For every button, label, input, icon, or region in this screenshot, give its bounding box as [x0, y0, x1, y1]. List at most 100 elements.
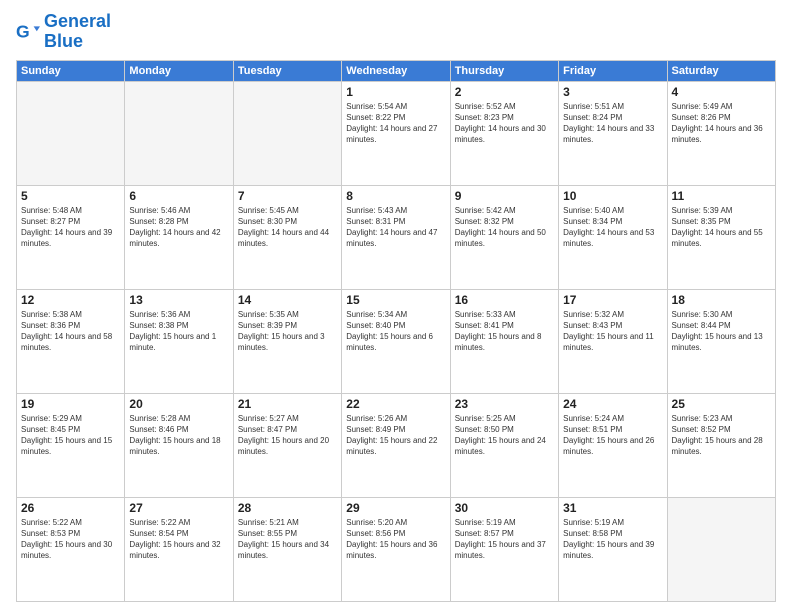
- calendar-cell: 14 Sunrise: 5:35 AMSunset: 8:39 PMDayligh…: [233, 289, 341, 393]
- logo-icon: G: [16, 20, 40, 44]
- day-info: Sunrise: 5:33 AMSunset: 8:41 PMDaylight:…: [455, 309, 554, 354]
- day-number: 12: [21, 293, 120, 307]
- day-info: Sunrise: 5:35 AMSunset: 8:39 PMDaylight:…: [238, 309, 337, 354]
- calendar-week-row: 26 Sunrise: 5:22 AMSunset: 8:53 PMDayligh…: [17, 497, 776, 601]
- day-info: Sunrise: 5:51 AMSunset: 8:24 PMDaylight:…: [563, 101, 662, 146]
- day-number: 28: [238, 501, 337, 515]
- day-number: 11: [672, 189, 771, 203]
- calendar-cell: 29 Sunrise: 5:20 AMSunset: 8:56 PMDayligh…: [342, 497, 450, 601]
- day-number: 13: [129, 293, 228, 307]
- calendar-cell: 13 Sunrise: 5:36 AMSunset: 8:38 PMDayligh…: [125, 289, 233, 393]
- day-info: Sunrise: 5:54 AMSunset: 8:22 PMDaylight:…: [346, 101, 445, 146]
- weekday-header-monday: Monday: [125, 60, 233, 81]
- calendar: SundayMondayTuesdayWednesdayThursdayFrid…: [16, 60, 776, 602]
- calendar-cell: 26 Sunrise: 5:22 AMSunset: 8:53 PMDayligh…: [17, 497, 125, 601]
- calendar-cell: 28 Sunrise: 5:21 AMSunset: 8:55 PMDayligh…: [233, 497, 341, 601]
- day-number: 5: [21, 189, 120, 203]
- day-info: Sunrise: 5:34 AMSunset: 8:40 PMDaylight:…: [346, 309, 445, 354]
- calendar-cell: 18 Sunrise: 5:30 AMSunset: 8:44 PMDayligh…: [667, 289, 775, 393]
- day-info: Sunrise: 5:42 AMSunset: 8:32 PMDaylight:…: [455, 205, 554, 250]
- calendar-cell: 24 Sunrise: 5:24 AMSunset: 8:51 PMDayligh…: [559, 393, 667, 497]
- day-info: Sunrise: 5:45 AMSunset: 8:30 PMDaylight:…: [238, 205, 337, 250]
- day-info: Sunrise: 5:22 AMSunset: 8:53 PMDaylight:…: [21, 517, 120, 562]
- day-info: Sunrise: 5:28 AMSunset: 8:46 PMDaylight:…: [129, 413, 228, 458]
- header: G General Blue: [16, 12, 776, 52]
- day-number: 21: [238, 397, 337, 411]
- day-number: 16: [455, 293, 554, 307]
- weekday-header-tuesday: Tuesday: [233, 60, 341, 81]
- day-number: 18: [672, 293, 771, 307]
- calendar-cell: 11 Sunrise: 5:39 AMSunset: 8:35 PMDayligh…: [667, 185, 775, 289]
- calendar-cell: 4Sunrise: 5:49 AMSunset: 8:26 PMDaylight…: [667, 81, 775, 185]
- day-info: Sunrise: 5:27 AMSunset: 8:47 PMDaylight:…: [238, 413, 337, 458]
- day-number: 4: [672, 85, 771, 99]
- day-info: Sunrise: 5:29 AMSunset: 8:45 PMDaylight:…: [21, 413, 120, 458]
- weekday-header-thursday: Thursday: [450, 60, 558, 81]
- day-number: 1: [346, 85, 445, 99]
- day-info: Sunrise: 5:46 AMSunset: 8:28 PMDaylight:…: [129, 205, 228, 250]
- calendar-cell: 30 Sunrise: 5:19 AMSunset: 8:57 PMDayligh…: [450, 497, 558, 601]
- day-info: Sunrise: 5:19 AMSunset: 8:58 PMDaylight:…: [563, 517, 662, 562]
- day-number: 19: [21, 397, 120, 411]
- day-info: Sunrise: 5:21 AMSunset: 8:55 PMDaylight:…: [238, 517, 337, 562]
- calendar-cell: [667, 497, 775, 601]
- calendar-cell: 16 Sunrise: 5:33 AMSunset: 8:41 PMDayligh…: [450, 289, 558, 393]
- calendar-header-row: SundayMondayTuesdayWednesdayThursdayFrid…: [17, 60, 776, 81]
- day-info: Sunrise: 5:39 AMSunset: 8:35 PMDaylight:…: [672, 205, 771, 250]
- logo-line1: General: [44, 12, 111, 32]
- calendar-week-row: 19 Sunrise: 5:29 AMSunset: 8:45 PMDayligh…: [17, 393, 776, 497]
- day-info: Sunrise: 5:48 AMSunset: 8:27 PMDaylight:…: [21, 205, 120, 250]
- day-number: 26: [21, 501, 120, 515]
- calendar-cell: 22 Sunrise: 5:26 AMSunset: 8:49 PMDayligh…: [342, 393, 450, 497]
- day-info: Sunrise: 5:52 AMSunset: 8:23 PMDaylight:…: [455, 101, 554, 146]
- calendar-week-row: 1 Sunrise: 5:54 AMSunset: 8:22 PMDaylight…: [17, 81, 776, 185]
- day-info: Sunrise: 5:40 AMSunset: 8:34 PMDaylight:…: [563, 205, 662, 250]
- day-info: Sunrise: 5:20 AMSunset: 8:56 PMDaylight:…: [346, 517, 445, 562]
- day-number: 24: [563, 397, 662, 411]
- calendar-cell: 23 Sunrise: 5:25 AMSunset: 8:50 PMDayligh…: [450, 393, 558, 497]
- calendar-cell: 21 Sunrise: 5:27 AMSunset: 8:47 PMDayligh…: [233, 393, 341, 497]
- day-number: 22: [346, 397, 445, 411]
- calendar-cell: 27Sunrise: 5:22 AMSunset: 8:54 PMDayligh…: [125, 497, 233, 601]
- day-number: 17: [563, 293, 662, 307]
- logo-text: General Blue: [44, 12, 111, 52]
- day-info: Sunrise: 5:26 AMSunset: 8:49 PMDaylight:…: [346, 413, 445, 458]
- day-info: Sunrise: 5:24 AMSunset: 8:51 PMDaylight:…: [563, 413, 662, 458]
- calendar-cell: 3 Sunrise: 5:51 AMSunset: 8:24 PMDaylight…: [559, 81, 667, 185]
- calendar-cell: 6Sunrise: 5:46 AMSunset: 8:28 PMDaylight…: [125, 185, 233, 289]
- calendar-cell: [125, 81, 233, 185]
- day-number: 23: [455, 397, 554, 411]
- calendar-cell: 1 Sunrise: 5:54 AMSunset: 8:22 PMDaylight…: [342, 81, 450, 185]
- logo-line2: Blue: [44, 32, 111, 52]
- day-info: Sunrise: 5:19 AMSunset: 8:57 PMDaylight:…: [455, 517, 554, 562]
- day-info: Sunrise: 5:38 AMSunset: 8:36 PMDaylight:…: [21, 309, 120, 354]
- calendar-cell: 10Sunrise: 5:40 AMSunset: 8:34 PMDayligh…: [559, 185, 667, 289]
- day-number: 14: [238, 293, 337, 307]
- day-info: Sunrise: 5:30 AMSunset: 8:44 PMDaylight:…: [672, 309, 771, 354]
- calendar-cell: 5 Sunrise: 5:48 AMSunset: 8:27 PMDaylight…: [17, 185, 125, 289]
- weekday-header-saturday: Saturday: [667, 60, 775, 81]
- calendar-cell: 31Sunrise: 5:19 AMSunset: 8:58 PMDayligh…: [559, 497, 667, 601]
- calendar-cell: 17Sunrise: 5:32 AMSunset: 8:43 PMDayligh…: [559, 289, 667, 393]
- calendar-week-row: 5 Sunrise: 5:48 AMSunset: 8:27 PMDaylight…: [17, 185, 776, 289]
- day-number: 25: [672, 397, 771, 411]
- day-info: Sunrise: 5:36 AMSunset: 8:38 PMDaylight:…: [129, 309, 228, 354]
- svg-text:G: G: [16, 21, 30, 41]
- calendar-cell: 8Sunrise: 5:43 AMSunset: 8:31 PMDaylight…: [342, 185, 450, 289]
- day-number: 3: [563, 85, 662, 99]
- calendar-week-row: 12 Sunrise: 5:38 AMSunset: 8:36 PMDayligh…: [17, 289, 776, 393]
- day-number: 8: [346, 189, 445, 203]
- weekday-header-wednesday: Wednesday: [342, 60, 450, 81]
- day-number: 20: [129, 397, 228, 411]
- calendar-cell: 15Sunrise: 5:34 AMSunset: 8:40 PMDayligh…: [342, 289, 450, 393]
- weekday-header-friday: Friday: [559, 60, 667, 81]
- day-info: Sunrise: 5:25 AMSunset: 8:50 PMDaylight:…: [455, 413, 554, 458]
- day-number: 2: [455, 85, 554, 99]
- day-number: 30: [455, 501, 554, 515]
- calendar-cell: 9 Sunrise: 5:42 AMSunset: 8:32 PMDaylight…: [450, 185, 558, 289]
- day-number: 9: [455, 189, 554, 203]
- logo: G General Blue: [16, 12, 111, 52]
- calendar-cell: [233, 81, 341, 185]
- day-number: 7: [238, 189, 337, 203]
- day-number: 29: [346, 501, 445, 515]
